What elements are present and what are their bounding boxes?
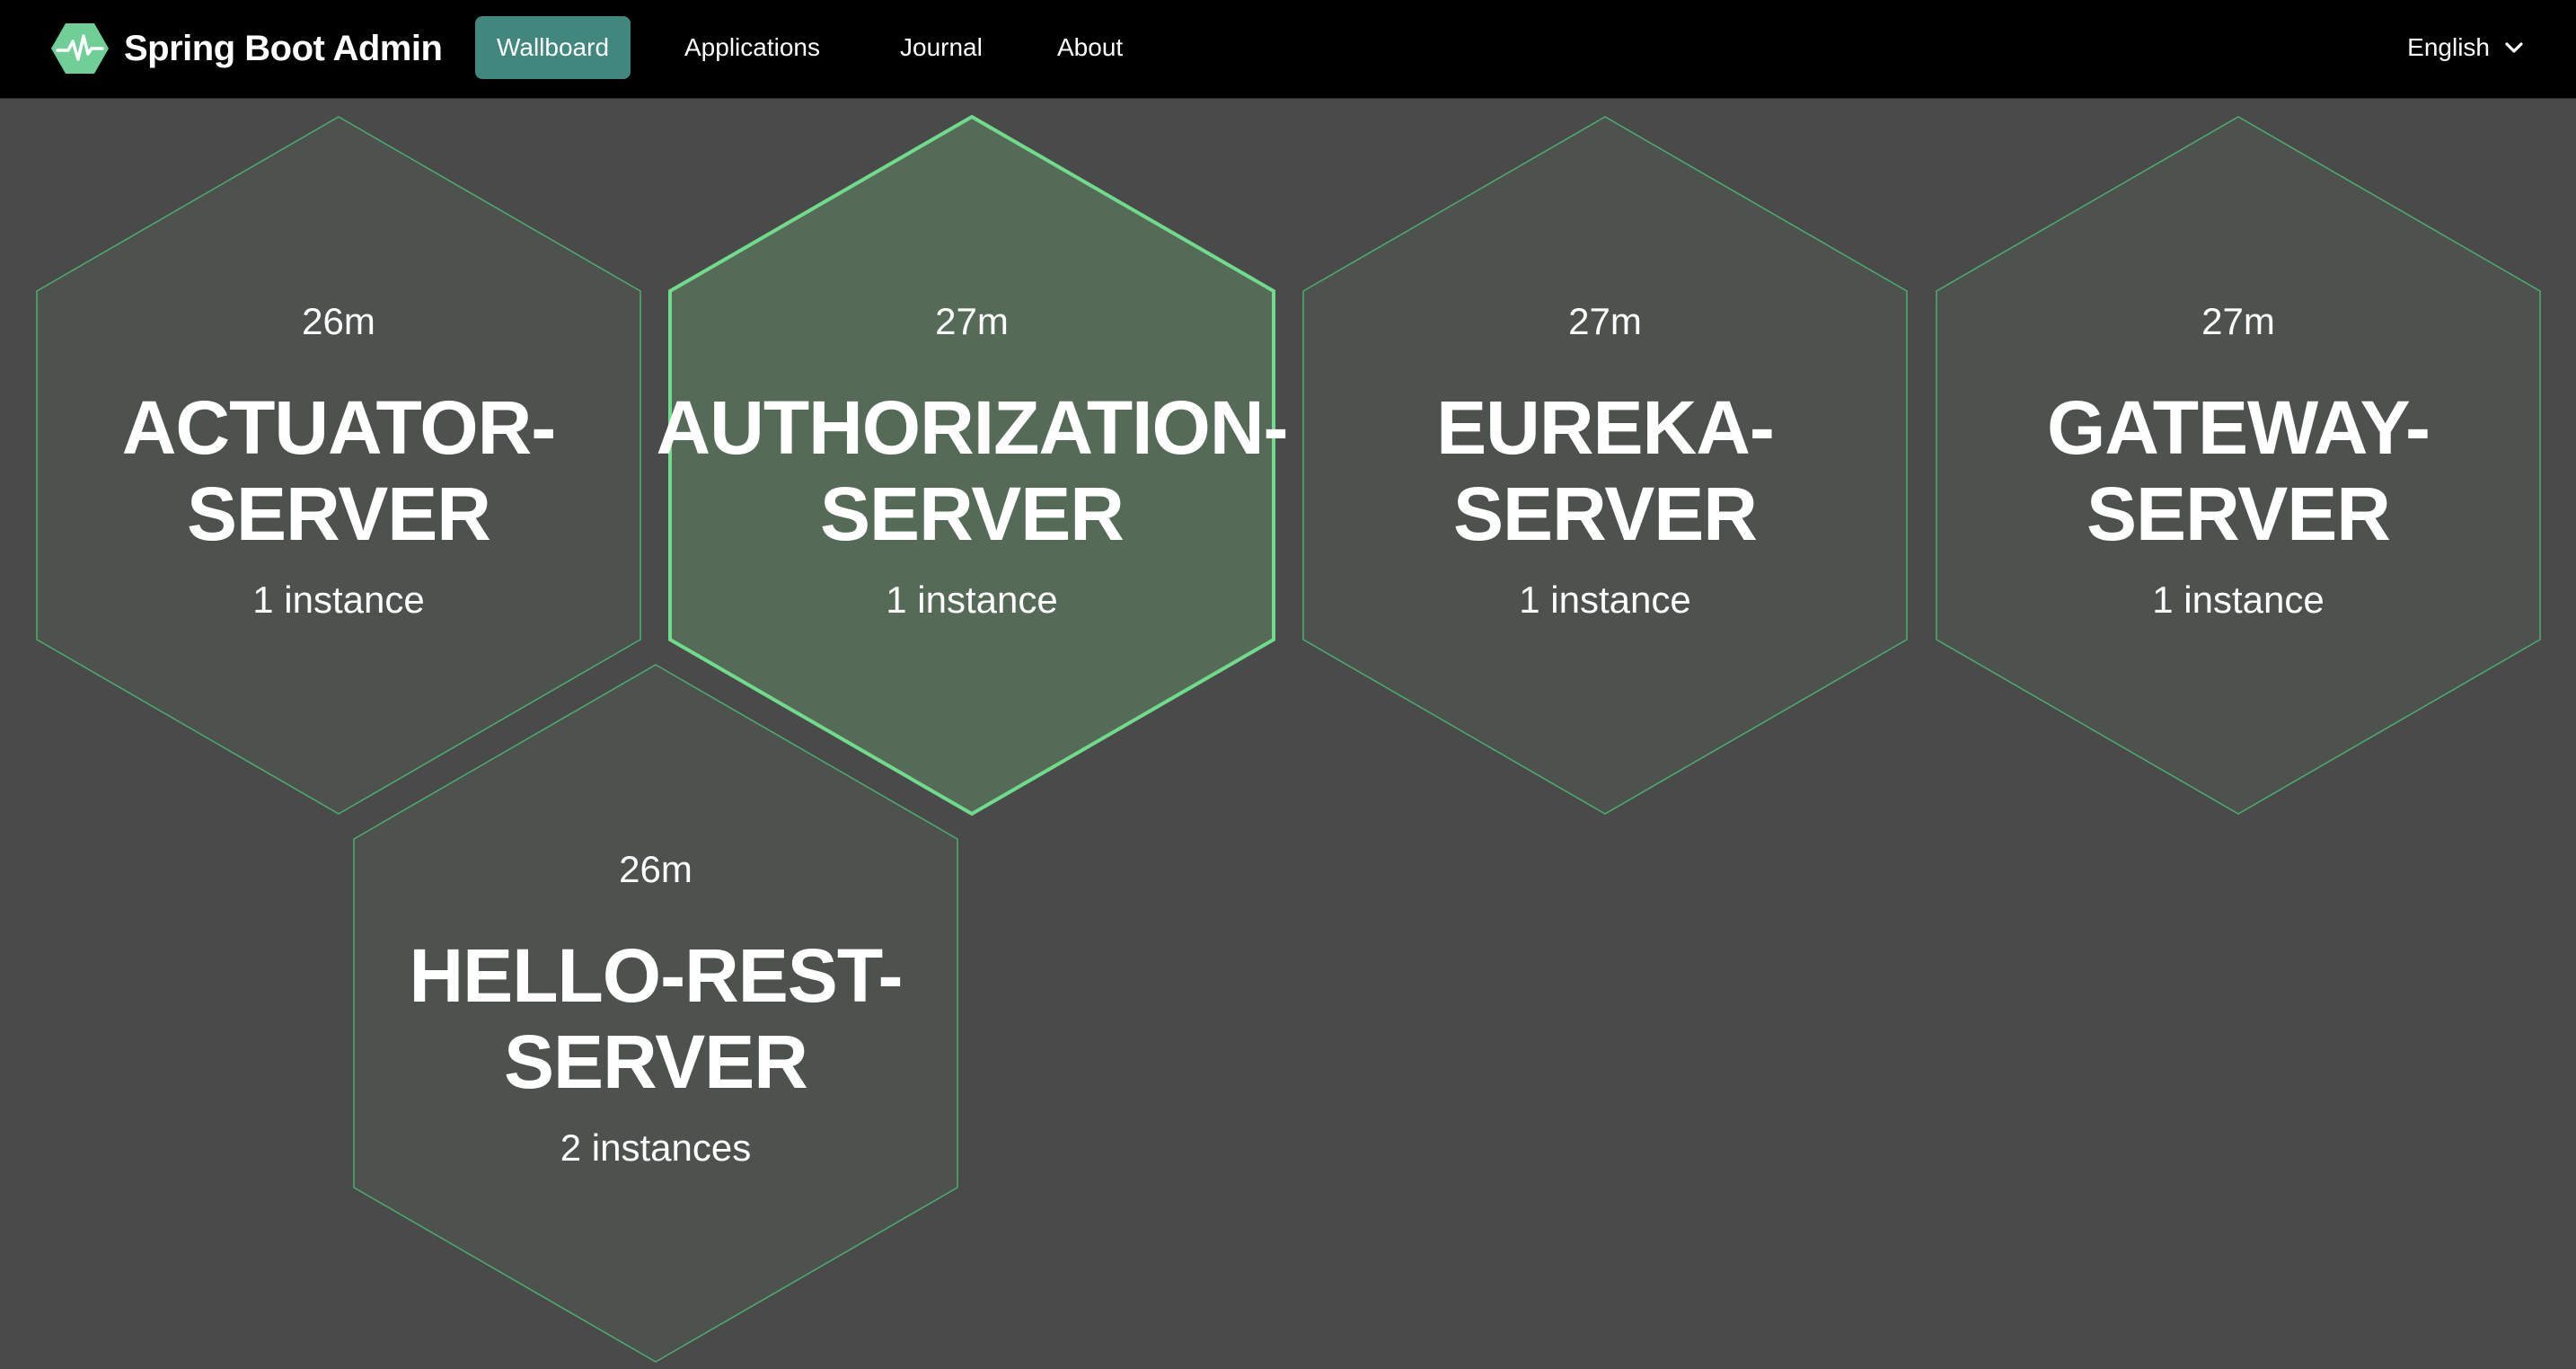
nav-about[interactable]: About bbox=[1036, 16, 1144, 79]
uptime-label: 27m bbox=[935, 300, 1009, 342]
app-name: GATEWAY- SERVER bbox=[2046, 385, 2430, 556]
app-name: AUTHORIZATION- SERVER bbox=[656, 385, 1289, 556]
instance-count: 2 instances bbox=[560, 1126, 752, 1169]
wallboard: 26m ACTUATOR- SERVER 1 instance 27m AUTH… bbox=[0, 99, 2576, 1369]
nav-wallboard[interactable]: Wallboard bbox=[475, 16, 631, 79]
language-label: English bbox=[2407, 33, 2490, 61]
instance-count: 1 instance bbox=[1519, 579, 1691, 621]
heartbeat-hexagon-icon bbox=[51, 23, 109, 74]
nav-journal[interactable]: Journal bbox=[878, 16, 1004, 79]
chevron-down-icon bbox=[2505, 42, 2523, 53]
uptime-label: 26m bbox=[302, 300, 375, 342]
language-selector[interactable]: English bbox=[2407, 16, 2526, 79]
app-tile-eureka-server[interactable]: 27m EUREKA- SERVER 1 instance bbox=[1302, 116, 1908, 815]
instance-count: 1 instance bbox=[2152, 579, 2325, 621]
app-tile-hello-rest-server[interactable]: 26m HELLO-REST- SERVER 2 instances bbox=[353, 664, 958, 1363]
brand-title: Spring Boot Admin bbox=[124, 28, 443, 68]
instance-count: 1 instance bbox=[886, 579, 1058, 621]
instance-count: 1 instance bbox=[252, 579, 425, 621]
top-navbar: Spring Boot Admin Wallboard Applications… bbox=[0, 0, 2576, 99]
brand-link[interactable]: Spring Boot Admin bbox=[50, 22, 443, 75]
app-name: ACTUATOR- SERVER bbox=[121, 385, 557, 556]
uptime-label: 26m bbox=[619, 848, 693, 890]
app-name: HELLO-REST- SERVER bbox=[409, 933, 904, 1104]
nav-applications[interactable]: Applications bbox=[663, 16, 842, 79]
uptime-label: 27m bbox=[2201, 300, 2275, 342]
uptime-label: 27m bbox=[1568, 300, 1642, 342]
app-tile-gateway-server[interactable]: 27m GATEWAY- SERVER 1 instance bbox=[1936, 116, 2541, 815]
app-name: EUREKA- SERVER bbox=[1436, 385, 1775, 556]
